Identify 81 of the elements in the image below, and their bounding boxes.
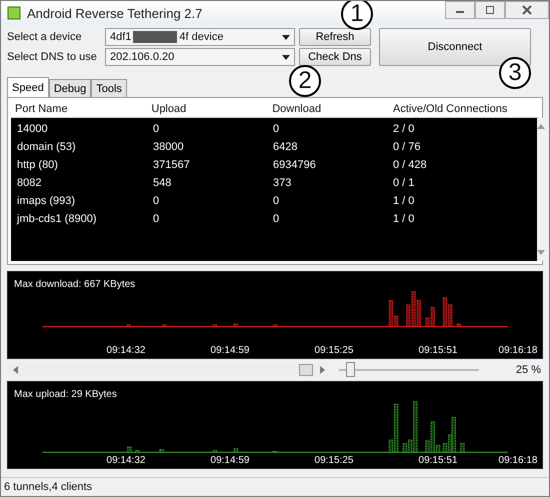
time-label: 09:16:18 bbox=[498, 455, 538, 466]
caret-icon bbox=[282, 55, 290, 60]
table-cell-text: imaps (993) bbox=[16, 195, 76, 207]
tab[interactable]: Debug bbox=[48, 79, 92, 97]
status-bar: 6 tunnels,4 clients bbox=[1, 477, 549, 496]
minimize-button[interactable] bbox=[445, 1, 475, 19]
table-cell-text: 2 / 0 bbox=[392, 123, 416, 135]
graph-bar bbox=[127, 446, 132, 453]
time-label: 09:15:25 bbox=[314, 455, 354, 466]
table-cell-text: 371567 bbox=[152, 159, 191, 171]
table-cell-text: 0 / 428 bbox=[392, 159, 428, 171]
table-cell-text: 0 bbox=[272, 213, 280, 225]
graph-bar bbox=[212, 324, 218, 328]
table-cell-text: 0 / 1 bbox=[392, 177, 416, 189]
column-header[interactable]: Upload bbox=[147, 103, 268, 115]
table-cell-text: 548 bbox=[152, 177, 172, 189]
app-icon bbox=[7, 6, 21, 20]
table-cell-text: 1 / 0 bbox=[392, 195, 416, 207]
caret-icon bbox=[282, 35, 290, 40]
table-cell-text: jmb-cds1 (8900) bbox=[16, 213, 98, 225]
table-cell-text: 1 / 0 bbox=[392, 213, 416, 225]
table-cell-text: 0 / 76 bbox=[392, 141, 422, 153]
column-header[interactable]: Download bbox=[268, 103, 389, 115]
callout-number: 2 bbox=[289, 65, 321, 97]
column-header[interactable]: Active/Old Connections bbox=[389, 103, 539, 115]
close-icon bbox=[522, 5, 532, 15]
graph-bar bbox=[162, 324, 166, 328]
table-cell-text: 14000 bbox=[16, 123, 49, 135]
graph-bar bbox=[460, 443, 465, 453]
table-cell-text: 0 bbox=[272, 123, 280, 135]
time-label: 09:14:32 bbox=[106, 455, 146, 466]
time-label: 09:14:59 bbox=[210, 345, 250, 356]
tab[interactable]: Tools bbox=[91, 79, 127, 97]
right-arrow-icon bbox=[320, 366, 325, 374]
graph-bar bbox=[135, 450, 140, 453]
close-button[interactable] bbox=[505, 1, 549, 19]
callout-number: 3 bbox=[499, 57, 531, 89]
graph-bar bbox=[234, 324, 238, 328]
graph-bar bbox=[212, 450, 218, 453]
table-cell-text: 6934796 bbox=[272, 159, 317, 171]
graph-bar bbox=[126, 324, 131, 328]
device-dropdown[interactable]: 4df1 4f device bbox=[105, 28, 295, 46]
left-arrow-icon bbox=[13, 366, 18, 374]
tab[interactable]: Speed bbox=[7, 77, 49, 97]
refresh-button[interactable]: Refresh bbox=[299, 28, 371, 46]
table-cell-text: 0 bbox=[152, 123, 160, 135]
check-dns-button[interactable]: Check Dns bbox=[299, 48, 371, 66]
time-label: 09:14:32 bbox=[106, 345, 146, 356]
device-label: Select a device bbox=[7, 31, 83, 43]
maximize-button[interactable] bbox=[475, 1, 505, 19]
graph-title: Max upload: 29 KBytes bbox=[13, 388, 118, 400]
time-label: 09:14:59 bbox=[210, 455, 250, 466]
zoom-reading: 25 % bbox=[516, 364, 541, 376]
table-cell-text: 373 bbox=[272, 177, 292, 189]
table-cell-text: domain (53) bbox=[16, 141, 77, 153]
zoom-slider[interactable] bbox=[339, 362, 479, 378]
table-cell-text: 8082 bbox=[16, 177, 42, 189]
time-label: 09:15:25 bbox=[314, 345, 354, 356]
maximize-icon bbox=[485, 5, 495, 15]
table-cell-text: 0 bbox=[152, 195, 160, 207]
table-cell-text: http (80) bbox=[16, 159, 59, 171]
table-cell-text: 0 bbox=[272, 195, 280, 207]
table-cell-text: 38000 bbox=[152, 141, 185, 153]
scrollbar[interactable] bbox=[537, 118, 545, 261]
graph-bar bbox=[272, 324, 278, 328]
graph-bar bbox=[456, 324, 462, 328]
dns-label: Select DNS to use bbox=[7, 51, 98, 63]
up-arrow-icon bbox=[537, 124, 545, 129]
table-cell-text: 0 bbox=[152, 213, 160, 225]
table-cell-text: 6428 bbox=[272, 141, 298, 153]
dns-dropdown[interactable]: 202.106.0.20 bbox=[105, 48, 295, 66]
window-title: Android Reverse Tethering 2.7 bbox=[27, 6, 202, 20]
down-arrow-icon bbox=[537, 250, 545, 255]
scroll-thumb[interactable] bbox=[299, 364, 313, 376]
column-header[interactable]: Port Name bbox=[11, 103, 148, 115]
time-label: 09:15:51 bbox=[418, 345, 458, 356]
time-label: 09:16:18 bbox=[498, 345, 538, 356]
graph-bar bbox=[234, 448, 238, 453]
time-label: 09:15:51 bbox=[418, 455, 458, 466]
graph-title: Max download: 667 KBytes bbox=[13, 278, 136, 290]
graph-bar bbox=[160, 449, 164, 453]
